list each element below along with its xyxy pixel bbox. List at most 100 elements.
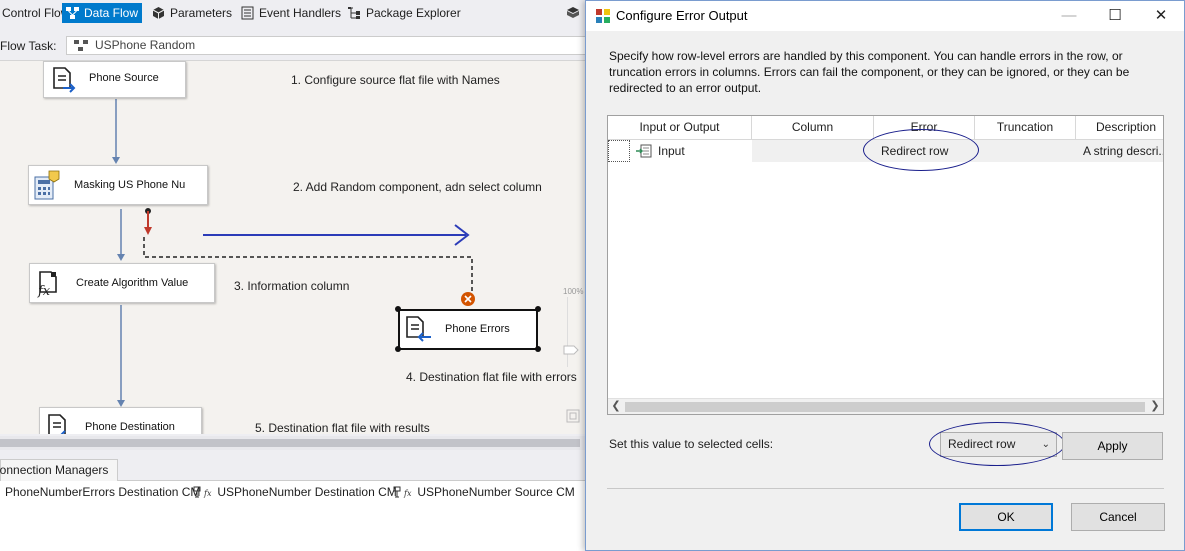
column-header-description[interactable]: Description xyxy=(1076,116,1163,140)
scroll-right-icon[interactable]: ❯ xyxy=(1147,399,1163,414)
connection-manager-label: PhoneNumberErrors Destination CM xyxy=(5,485,201,499)
package-explorer-icon xyxy=(348,7,360,19)
column-header-column[interactable]: Column xyxy=(752,116,874,140)
cell-input-label: Input xyxy=(658,144,685,158)
tab-package-explorer[interactable]: Package Explorer xyxy=(344,3,465,23)
component-masking-label: Masking US Phone Nu xyxy=(74,179,186,191)
designer-tab-bar: Control Flow Data Flow Parameters Event … xyxy=(0,0,600,26)
cell-error[interactable]: Redirect row xyxy=(874,140,975,162)
connector-arrowhead-1 xyxy=(112,157,120,164)
column-header-input-or-output[interactable]: Input or Output xyxy=(608,116,752,140)
cancel-button[interactable]: Cancel xyxy=(1071,503,1165,531)
resize-handle-tr[interactable] xyxy=(535,306,541,312)
connection-manager-item[interactable]: PhoneNumberErrors Destination CM xyxy=(5,485,200,499)
tab-connection-managers-label: Connection Managers xyxy=(0,463,109,477)
note-step-2: 2. Add Random component, adn select colu… xyxy=(293,180,542,194)
canvas-scroll-thumb[interactable] xyxy=(0,439,580,447)
grid-scroll-thumb[interactable] xyxy=(625,402,1145,412)
resize-handle-br[interactable] xyxy=(535,346,541,352)
set-value-label: Set this value to selected cells: xyxy=(609,437,774,451)
dialog-title: Configure Error Output xyxy=(616,8,748,23)
flat-file-destination-icon xyxy=(406,316,431,342)
ssis-designer: Control Flow Data Flow Parameters Event … xyxy=(0,0,600,551)
dialog-separator xyxy=(607,488,1164,489)
dialog-app-icon xyxy=(596,9,610,23)
note-step-4: 4. Destination flat file with errors xyxy=(406,370,577,384)
tab-data-flow-label: Data Flow xyxy=(84,6,139,20)
connection-manager-item[interactable]: fx USPhoneNumber Destination CM xyxy=(192,485,397,499)
data-flow-canvas[interactable]: Phone Source Masking US Phone Nu fx Crea… xyxy=(0,60,585,434)
zoom-thumb-icon[interactable] xyxy=(563,345,579,355)
tab-package-explorer-label: Package Explorer xyxy=(366,6,461,20)
zoom-to-fit-icon[interactable] xyxy=(566,409,580,423)
component-phone-destination-label: Phone Destination xyxy=(85,421,175,433)
chevron-down-icon: ⌄ xyxy=(1041,439,1050,450)
minimize-button[interactable]: — xyxy=(1046,1,1092,31)
connection-manager-label: USPhoneNumber Destination CM xyxy=(217,485,397,499)
parameters-icon xyxy=(152,7,165,19)
component-phone-source[interactable]: Phone Source xyxy=(43,61,186,98)
svg-text:fx: fx xyxy=(403,489,412,498)
connector-arrowhead-3 xyxy=(117,400,125,407)
svg-text:fx: fx xyxy=(203,489,212,498)
connection-manager-label: USPhoneNumber Source CM xyxy=(417,485,575,499)
connection-manager-item[interactable]: fx USPhoneNumber Source CM xyxy=(392,485,575,499)
grid-horizontal-scrollbar[interactable]: ❮ ❯ xyxy=(608,398,1163,414)
cell-column[interactable] xyxy=(752,140,874,162)
data-flow-icon xyxy=(66,7,79,19)
set-value-selected: Redirect row xyxy=(948,437,1016,451)
apply-button[interactable]: Apply xyxy=(1062,432,1163,460)
column-header-error[interactable]: Error xyxy=(874,116,975,140)
component-phone-source-label: Phone Source xyxy=(89,72,159,84)
cell-description[interactable]: A string descri... xyxy=(1076,140,1163,162)
cell-truncation[interactable] xyxy=(975,140,1076,162)
connector-arrowhead-2 xyxy=(117,254,125,261)
note-step-3: 3. Information column xyxy=(234,279,350,293)
derived-column-icon: fx xyxy=(37,271,57,298)
data-flow-task-bar: Flow Task: USPhone Random xyxy=(0,35,600,57)
tab-connection-managers[interactable]: Connection Managers xyxy=(0,459,118,481)
maximize-button[interactable]: ☐ xyxy=(1092,1,1138,31)
dialog-title-bar[interactable]: Configure Error Output — ☐ ✕ xyxy=(586,1,1184,31)
flat-file-source-icon xyxy=(53,67,76,93)
connection-fx-icon: fx xyxy=(193,486,212,498)
note-step-1: 1. Configure source flat file with Names xyxy=(291,73,500,87)
resize-handle-bl[interactable] xyxy=(395,346,401,352)
close-button[interactable]: ✕ xyxy=(1138,1,1184,31)
note-step-5: 5. Destination flat file with results xyxy=(255,421,430,434)
data-flow-task-label: Flow Task: xyxy=(0,39,57,53)
data-flow-task-value: USPhone Random xyxy=(95,38,196,52)
calculator-icon xyxy=(34,170,60,200)
component-phone-errors[interactable]: Phone Errors xyxy=(398,309,538,350)
tab-parameters[interactable]: Parameters xyxy=(148,3,236,23)
data-flow-task-select[interactable]: USPhone Random xyxy=(66,36,600,55)
zoom-level: 100% xyxy=(563,287,584,296)
tab-parameters-label: Parameters xyxy=(170,6,233,20)
toolbox-icon[interactable] xyxy=(566,6,580,19)
ok-button[interactable]: OK xyxy=(959,503,1053,531)
error-path-arrowhead xyxy=(144,227,152,235)
set-value-select[interactable]: Redirect row ⌄ xyxy=(940,432,1057,457)
flat-file-destination-icon xyxy=(48,414,73,434)
scroll-left-icon[interactable]: ❮ xyxy=(608,399,624,414)
resize-handle-tl[interactable] xyxy=(395,306,401,312)
component-create-algorithm-label: Create Algorithm Value xyxy=(76,277,189,289)
tab-event-handlers-label: Event Handlers xyxy=(259,6,342,20)
tab-control-flow-label: Control Flow xyxy=(2,6,70,20)
input-icon xyxy=(636,144,652,158)
tab-event-handlers[interactable]: Event Handlers xyxy=(237,3,345,23)
column-header-truncation[interactable]: Truncation xyxy=(975,116,1076,140)
connection-managers-tabs: Connection Managers xyxy=(0,457,600,481)
configure-error-output-dialog: Configure Error Output — ☐ ✕ Specify how… xyxy=(585,0,1185,551)
component-phone-destination[interactable]: Phone Destination xyxy=(39,407,202,434)
row-selector[interactable] xyxy=(608,140,630,162)
event-handlers-icon xyxy=(241,6,254,20)
tab-data-flow[interactable]: Data Flow xyxy=(62,3,143,23)
cell-input-or-output[interactable]: Input xyxy=(630,140,752,162)
component-phone-errors-label: Phone Errors xyxy=(445,323,510,335)
canvas-horizontal-scrollbar[interactable] xyxy=(0,436,585,450)
component-create-algorithm-value[interactable]: fx Create Algorithm Value xyxy=(29,263,215,303)
zoom-slider[interactable] xyxy=(567,297,581,367)
error-output-grid[interactable]: Input or Output Column Error Truncation … xyxy=(607,115,1164,415)
component-masking-us-phone[interactable]: Masking US Phone Nu xyxy=(28,165,208,205)
